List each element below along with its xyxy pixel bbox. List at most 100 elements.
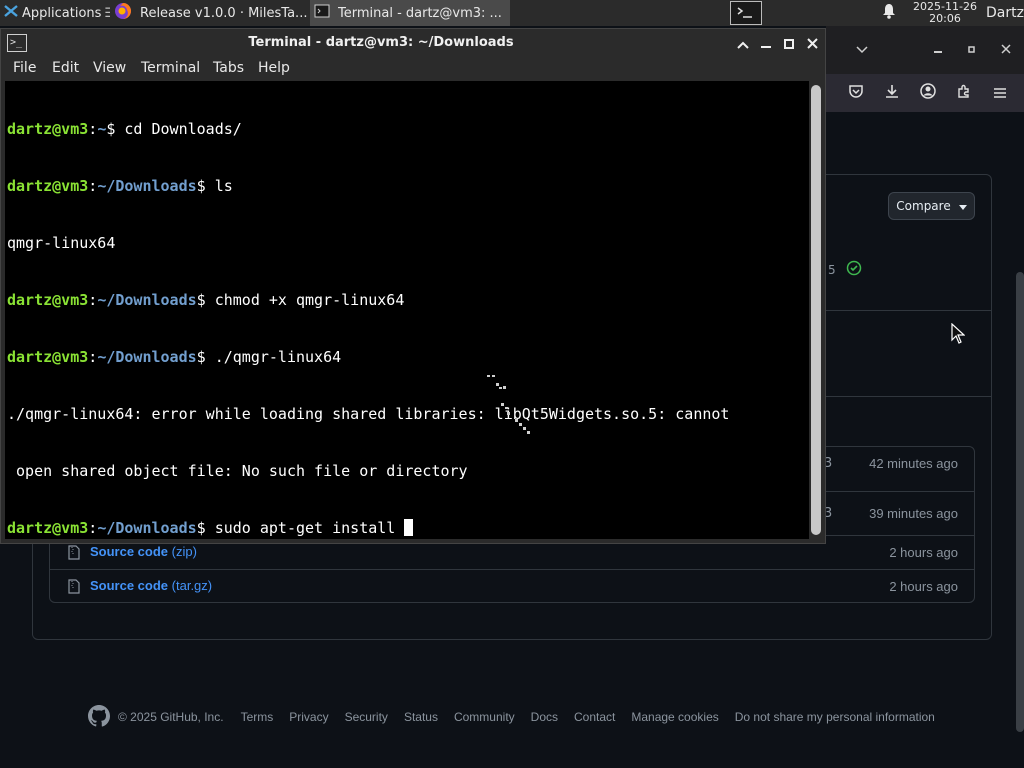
- taskbar-item-label: Release v1.0.0 · MilesTa...: [140, 5, 308, 21]
- prompt-user: dartz@vm3: [7, 177, 89, 195]
- menu-file[interactable]: File: [13, 60, 36, 76]
- terminal-scroll-thumb[interactable]: [811, 85, 821, 535]
- footer-link-do-not-share[interactable]: Do not share my personal information: [735, 710, 935, 724]
- text-cursor: [404, 519, 414, 536]
- prompt-dollar: $: [196, 291, 215, 309]
- command-text: cd Downloads/: [124, 120, 242, 138]
- top-panel: Applications ☰ Release v1.0.0 · MilesTa.…: [0, 0, 1024, 26]
- command-text: ./qmgr-linux64: [214, 348, 342, 366]
- command-text: ls: [214, 177, 233, 195]
- file-zip-icon: [68, 545, 80, 564]
- asset-time: 39 minutes ago: [869, 506, 958, 521]
- prompt-dollar: $: [196, 177, 215, 195]
- applications-menu[interactable]: Applications ☰: [0, 0, 110, 26]
- browser-titlebar: [826, 26, 1024, 74]
- terminal-window: >_ Terminal - dartz@vm3: ~/Downloads Fil…: [0, 28, 826, 544]
- terminal-line: qmgr-linux64: [7, 234, 116, 252]
- account-button[interactable]: [916, 81, 940, 105]
- footer-link-privacy[interactable]: Privacy: [289, 710, 328, 724]
- footer-link-status[interactable]: Status: [404, 710, 438, 724]
- page-footer: © 2025 GitHub, Inc. Terms Privacy Securi…: [88, 704, 951, 730]
- terminal-launcher[interactable]: [728, 0, 764, 26]
- terminal-line: ./qmgr-linux64: error while loading shar…: [7, 405, 730, 423]
- menu-view[interactable]: View: [93, 60, 126, 76]
- taskbar-item-terminal[interactable]: Terminal - dartz@vm3: ...: [310, 0, 510, 26]
- check-circle-icon: [846, 260, 862, 279]
- mouse-pointer-icon: [951, 322, 966, 349]
- commit-fragment: 5: [828, 262, 836, 277]
- app-menu-button[interactable]: [988, 81, 1012, 105]
- window-title: Terminal - dartz@vm3: ~/Downloads: [248, 35, 514, 50]
- pocket-icon: [848, 83, 864, 103]
- maximize-button[interactable]: [779, 33, 799, 53]
- prompt-dollar: $: [196, 519, 215, 537]
- user-name: Dartz: [986, 5, 1024, 21]
- terminal-line: dartz@vm3:~/Downloads$ ls: [7, 177, 729, 196]
- terminal-icon: [314, 3, 330, 23]
- close-button[interactable]: [802, 33, 822, 53]
- menu-tabs[interactable]: Tabs: [213, 60, 244, 76]
- close-icon: [1001, 39, 1011, 58]
- downloads-button[interactable]: [880, 81, 904, 105]
- footer-link-terms[interactable]: Terms: [241, 710, 274, 724]
- tab-list-button[interactable]: [850, 36, 874, 60]
- footer-link-docs[interactable]: Docs: [531, 710, 558, 724]
- clock-time: 20:06: [929, 12, 961, 25]
- panel-clock[interactable]: 2025-11-26 20:06: [908, 0, 982, 26]
- compare-button[interactable]: Compare: [888, 192, 975, 220]
- terminal-launcher-icon: [730, 1, 762, 25]
- panel-user-menu[interactable]: Dartz: [986, 0, 1024, 26]
- prompt-path: ~/Downloads: [97, 348, 197, 366]
- minimize-button[interactable]: [756, 33, 776, 53]
- github-logo-icon[interactable]: [88, 704, 111, 730]
- browser-close-button[interactable]: [994, 36, 1018, 60]
- prompt-sep: :: [88, 519, 98, 537]
- asset-row[interactable]: Source code (tar.gz) 2 hours ago: [50, 569, 974, 603]
- footer-link-community[interactable]: Community: [454, 710, 515, 724]
- close-icon: [806, 34, 818, 53]
- footer-link-contact[interactable]: Contact: [574, 710, 615, 724]
- pocket-button[interactable]: [844, 81, 868, 105]
- menu-help[interactable]: Help: [258, 60, 290, 76]
- terminal-line: open shared object file: No such file or…: [7, 462, 468, 480]
- asset-name: Source code: [90, 544, 169, 559]
- terminal-menubar: File Edit View Terminal Tabs Help: [1, 57, 825, 81]
- taskbar-item-browser[interactable]: Release v1.0.0 · MilesTa...: [110, 0, 310, 26]
- busy-cursor-icon: [483, 373, 539, 443]
- firefox-icon: [114, 2, 132, 24]
- prompt-path: ~/Downloads: [97, 177, 197, 195]
- compare-label: Compare: [896, 199, 951, 213]
- footer-link-manage-cookies[interactable]: Manage cookies: [631, 710, 718, 724]
- terminal-screen[interactable]: dartz@vm3:~$ cd Downloads/ dartz@vm3:~/D…: [5, 81, 809, 539]
- browser-maximize-button[interactable]: [960, 36, 984, 60]
- commit-verified: 5: [828, 260, 862, 279]
- prompt-sep: :: [88, 291, 98, 309]
- shade-button[interactable]: [733, 33, 753, 53]
- terminal-line: dartz@vm3:~/Downloads$ sudo apt-get inst…: [7, 519, 729, 538]
- page-scrollbar[interactable]: [1016, 272, 1024, 732]
- prompt-path: ~/Downloads: [97, 291, 197, 309]
- extensions-button[interactable]: [952, 81, 976, 105]
- asset-time: 2 hours ago: [889, 545, 958, 560]
- footer-link-security[interactable]: Security: [345, 710, 388, 724]
- prompt-sep: :: [88, 348, 98, 366]
- terminal-titlebar[interactable]: >_ Terminal - dartz@vm3: ~/Downloads: [1, 29, 825, 57]
- menu-terminal[interactable]: Terminal: [141, 60, 200, 76]
- browser-minimize-button[interactable]: [927, 36, 951, 60]
- applications-menu-icon: [3, 3, 19, 23]
- caret-down-icon: [958, 199, 967, 213]
- asset-link[interactable]: Source code (zip): [90, 544, 197, 559]
- notification-bell-button[interactable]: [878, 0, 900, 26]
- asset-ext: (zip): [171, 544, 197, 559]
- terminal-line: dartz@vm3:~$ cd Downloads/: [7, 120, 729, 139]
- applications-label: Applications: [22, 5, 102, 21]
- asset-link[interactable]: Source code (tar.gz): [90, 578, 212, 593]
- minimize-icon: [934, 39, 944, 58]
- prompt-dollar: $: [106, 120, 125, 138]
- prompt-path: ~/Downloads: [97, 519, 197, 537]
- terminal-line: dartz@vm3:~/Downloads$ chmod +x qmgr-lin…: [7, 291, 729, 310]
- maximize-icon: [968, 39, 976, 58]
- extensions-icon: [956, 83, 972, 103]
- menu-edit[interactable]: Edit: [52, 60, 79, 76]
- prompt-path: ~: [97, 120, 107, 138]
